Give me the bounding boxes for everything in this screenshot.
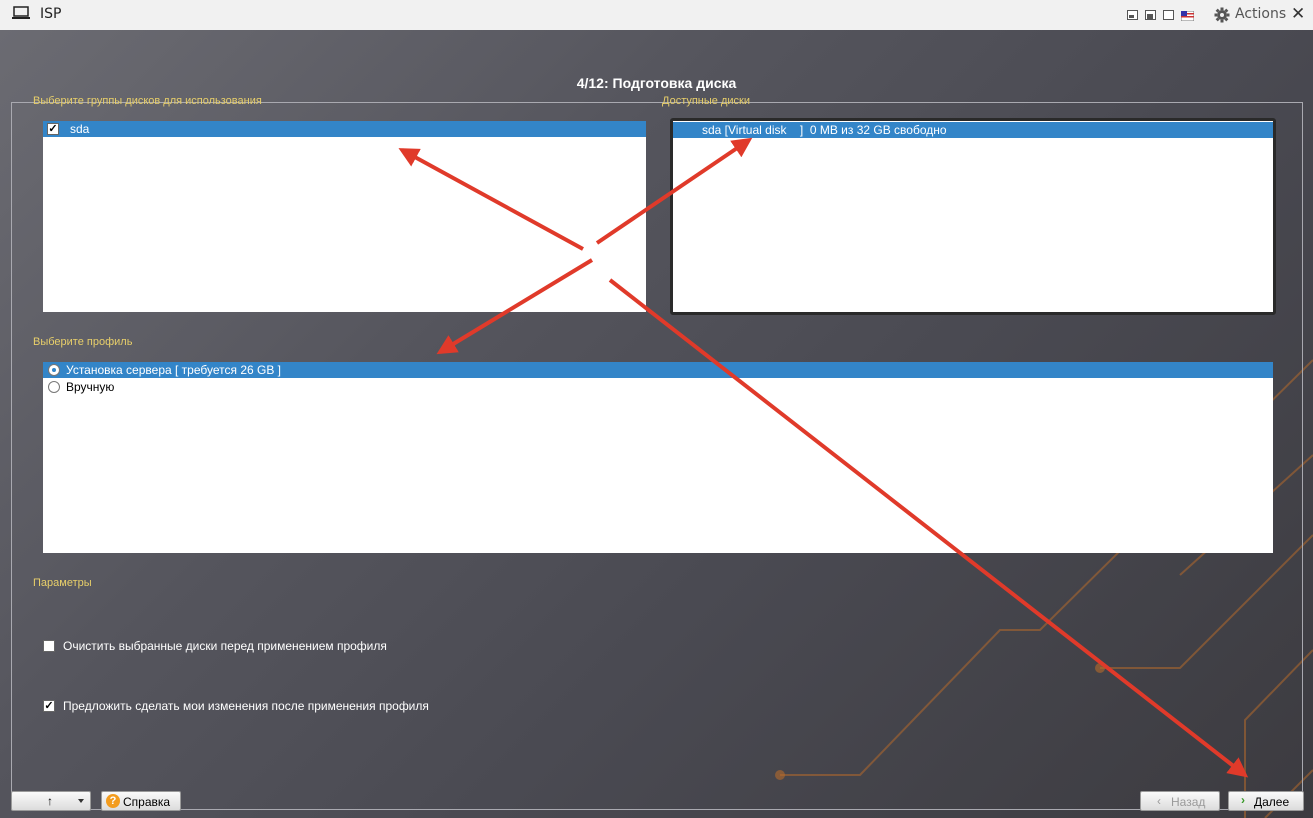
keyboard-layout-flag-icon[interactable] bbox=[1180, 10, 1195, 22]
laptop-icon bbox=[12, 6, 30, 20]
installer-window: 4/12: Подготовка диска Выберите группы д… bbox=[0, 30, 1313, 818]
annotation-arrows bbox=[398, 137, 1249, 778]
restore-button[interactable] bbox=[1145, 10, 1156, 20]
maximize-button[interactable] bbox=[1163, 10, 1174, 20]
annotation-arrow-available-disks bbox=[595, 137, 753, 245]
annotation-arrow-disk-groups bbox=[398, 148, 584, 251]
window-titlebar: ISP Actions ✕ bbox=[0, 0, 1313, 31]
minimize-button[interactable] bbox=[1127, 10, 1138, 20]
close-icon[interactable]: ✕ bbox=[1291, 4, 1305, 24]
window-title: ISP bbox=[40, 6, 62, 22]
annotation-arrow-profile bbox=[436, 258, 594, 355]
actions-menu[interactable]: Actions bbox=[1235, 6, 1286, 22]
gear-icon[interactable] bbox=[1214, 7, 1230, 23]
annotation-arrow-next-button bbox=[608, 278, 1249, 778]
